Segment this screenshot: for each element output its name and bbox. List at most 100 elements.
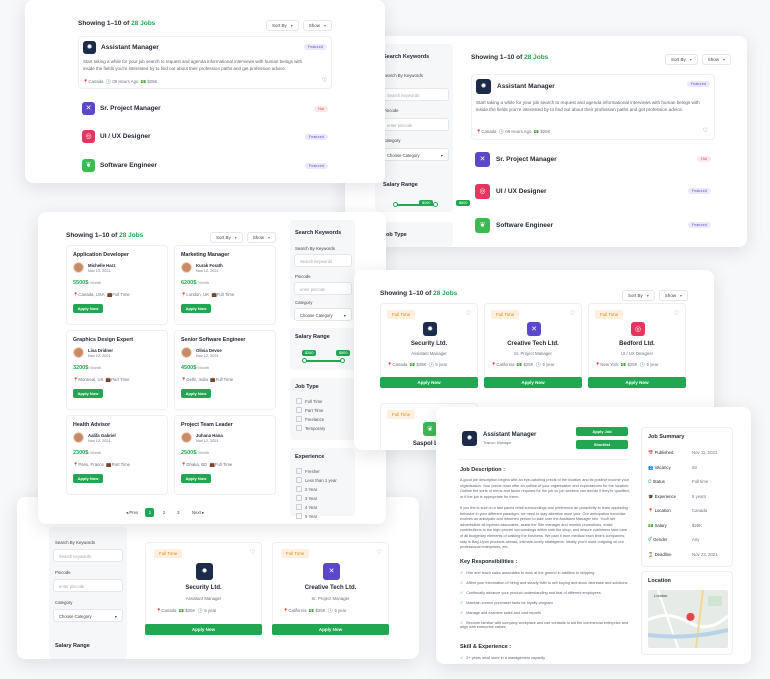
job-role[interactable]: Graphics Design Expert xyxy=(73,337,133,343)
experience-checkbox[interactable]: Fresher xyxy=(296,468,320,474)
fulltime-tag: Full Time xyxy=(154,549,183,558)
salary-slider[interactable] xyxy=(395,204,435,206)
job-title[interactable]: Assistant Manager xyxy=(101,44,159,51)
chevron-down-icon: ▾ xyxy=(234,235,237,240)
apply-now-button[interactable]: Apply Now xyxy=(145,624,262,635)
experience-checkbox[interactable]: 5 Year xyxy=(296,513,317,519)
experience-checkbox[interactable]: 3 Year xyxy=(296,495,317,501)
company-card-security[interactable]: Full Time ♡ ✹ Security Ltd. Assistant Ma… xyxy=(145,542,262,637)
apply-now-button[interactable]: Apply Now xyxy=(181,304,211,313)
job-role[interactable]: Project Team Leader xyxy=(181,422,233,428)
slider-handle[interactable] xyxy=(340,358,345,363)
company-name[interactable]: Security Ltd. xyxy=(146,585,261,591)
sort-select[interactable]: Sort By ▾ xyxy=(621,290,655,301)
heart-icon[interactable]: ♡ xyxy=(466,310,471,317)
apply-now-button[interactable]: Apply Now xyxy=(181,474,211,483)
prev-link[interactable]: ◂ Prev xyxy=(126,510,138,515)
job-card-ui-ux-designer[interactable]: ◎ UI / UX Designer Featured xyxy=(78,128,332,147)
sort-select[interactable]: Sort By ▾ xyxy=(209,232,243,243)
experience-checkbox[interactable]: Less than 1 year xyxy=(296,477,337,483)
person-job-card[interactable]: Marketing Manager Kurak Forath Nov 12, 2… xyxy=(174,245,276,325)
job-card-sr-project-manager[interactable]: ✕ Sr. Project Manager Hot xyxy=(78,100,332,119)
company-name[interactable]: Creative Tech Ltd. xyxy=(273,585,388,591)
category-select[interactable]: Choose Category ▾ xyxy=(53,609,123,622)
apply-now-button[interactable]: Apply Now xyxy=(181,389,211,398)
pincode-input[interactable]: enter pincode xyxy=(381,118,449,131)
person-job-card[interactable]: Project Team Leader Juhana Hana Nov 12, … xyxy=(174,415,276,495)
apply-now-button[interactable]: Apply Now xyxy=(73,474,103,483)
apply-now-button[interactable]: Apply Now xyxy=(484,377,582,388)
heart-icon[interactable]: ♡ xyxy=(703,127,708,134)
job-card-software-engineer[interactable]: ❦ Software Engineer Featured xyxy=(78,157,332,176)
job-card-ui-ux-designer[interactable]: ◎ UI / UX Designer Featured xyxy=(471,182,715,202)
experience-checkbox[interactable]: 4 Year xyxy=(296,504,317,510)
job-title[interactable]: UI / UX Designer xyxy=(496,188,547,195)
company-name[interactable]: Creative Tech Ltd. xyxy=(485,341,581,347)
job-role[interactable]: Senior Software Engineer xyxy=(181,337,245,343)
category-select[interactable]: Choose Category ▾ xyxy=(381,148,449,161)
show-select[interactable]: Show ▾ xyxy=(246,232,276,243)
category-select[interactable]: Choose Category ▾ xyxy=(294,308,352,321)
search-input[interactable]: Search keywords xyxy=(294,254,352,267)
company-card[interactable]: Full Time ♡ ✕ Creative Tech Ltd. Sr. Proj… xyxy=(484,303,582,388)
shortlist-button[interactable]: Shortlist xyxy=(576,440,628,449)
job-title[interactable]: Software Engineer xyxy=(100,162,157,169)
experience-checkbox[interactable]: 2 Year xyxy=(296,486,317,492)
apply-job-button[interactable]: Apply Job xyxy=(576,427,628,436)
show-select[interactable]: Show ▾ xyxy=(701,54,731,65)
sort-select[interactable]: Sort By ▾ xyxy=(265,20,299,31)
heart-icon[interactable]: ♡ xyxy=(377,549,382,556)
next-link[interactable]: Next ▸ xyxy=(192,510,204,515)
search-input[interactable]: Search keywords xyxy=(381,88,449,101)
job-title[interactable]: Sr. Project Manager xyxy=(100,105,161,112)
job-title[interactable]: Sr. Project Manager xyxy=(496,156,557,163)
search-input[interactable]: Search keywords xyxy=(53,549,123,562)
heart-icon[interactable]: ♡ xyxy=(250,549,255,556)
sort-select[interactable]: Sort By ▾ xyxy=(664,54,698,65)
job-card-sr-project-manager[interactable]: ✕ Sr. Project Manager Hot xyxy=(471,150,715,170)
apply-now-button[interactable]: Apply Now xyxy=(380,377,478,388)
apply-now-button[interactable]: Apply Now xyxy=(588,377,686,388)
job-card-software-engineer[interactable]: ❦ Software Engineer Featured xyxy=(471,216,715,236)
job-role[interactable]: Health Advisor xyxy=(73,422,110,428)
page-3[interactable]: 3 xyxy=(174,508,183,517)
salary-slider[interactable] xyxy=(304,360,342,362)
person-job-card[interactable]: Application Developer Michelle Harz Nov … xyxy=(66,245,168,325)
job-card-assistant-manager[interactable]: ✹ Assistant Manager Featured Start takin… xyxy=(78,36,332,89)
show-select[interactable]: Show ▾ xyxy=(302,20,332,31)
heart-icon[interactable]: ♡ xyxy=(674,310,679,317)
slider-handle[interactable] xyxy=(393,202,398,207)
jobtype-checkbox[interactable]: Part Time xyxy=(296,407,323,413)
apply-now-button[interactable]: Apply Now xyxy=(73,389,103,398)
map[interactable]: London ⬤ xyxy=(648,590,728,648)
company-name[interactable]: Bedford Ltd. xyxy=(589,341,685,347)
person-job-card[interactable]: Senior Software Engineer Olivia Devoe No… xyxy=(174,330,276,410)
slider-handle[interactable] xyxy=(433,202,438,207)
heart-icon[interactable]: ♡ xyxy=(322,77,327,84)
company-name[interactable]: Security Ltd. xyxy=(381,341,477,347)
company-card[interactable]: Full Time ♡ ✹ Security Ltd. Assistant Man… xyxy=(380,303,478,388)
post-date: Nov 12, 2021 xyxy=(196,439,219,443)
job-card-assistant-manager[interactable]: ✹ Assistant Manager Featured Start takin… xyxy=(471,74,715,140)
company-card-creative[interactable]: Full Time ♡ ✕ Creative Tech Ltd. Sr. Pro… xyxy=(272,542,389,637)
company-card[interactable]: Full Time ♡ ◎ Bedford Ltd. UI / UX Design… xyxy=(588,303,686,388)
apply-now-button[interactable]: Apply Now xyxy=(73,304,103,313)
jobtype-checkbox[interactable]: Freelance xyxy=(296,416,324,422)
jobtype-checkbox[interactable]: Full Time xyxy=(296,398,322,404)
show-select[interactable]: Show ▾ xyxy=(658,290,688,301)
job-role[interactable]: Marketing Manager xyxy=(181,252,229,258)
job-role[interactable]: Application Developer xyxy=(73,252,129,258)
heart-icon[interactable]: ♡ xyxy=(570,310,575,317)
slider-handle[interactable] xyxy=(302,358,307,363)
apply-now-button[interactable]: Apply Now xyxy=(272,624,389,635)
jobtype-checkbox[interactable]: Temporary xyxy=(296,425,325,431)
pincode-input[interactable]: enter pincode xyxy=(294,282,352,295)
page-1[interactable]: 1 xyxy=(145,508,155,517)
job-title[interactable]: Software Engineer xyxy=(496,222,553,229)
pincode-input[interactable]: enter pincode xyxy=(53,579,123,592)
job-title[interactable]: UI / UX Designer xyxy=(100,133,151,140)
page-2[interactable]: 2 xyxy=(160,508,169,517)
job-title[interactable]: Assistant Manager xyxy=(497,83,555,90)
person-job-card[interactable]: Graphics Design Expert Lisa Dridner Nov … xyxy=(66,330,168,410)
person-job-card[interactable]: Health Advisor Aalifa Gabriel Nov 12, 20… xyxy=(66,415,168,495)
